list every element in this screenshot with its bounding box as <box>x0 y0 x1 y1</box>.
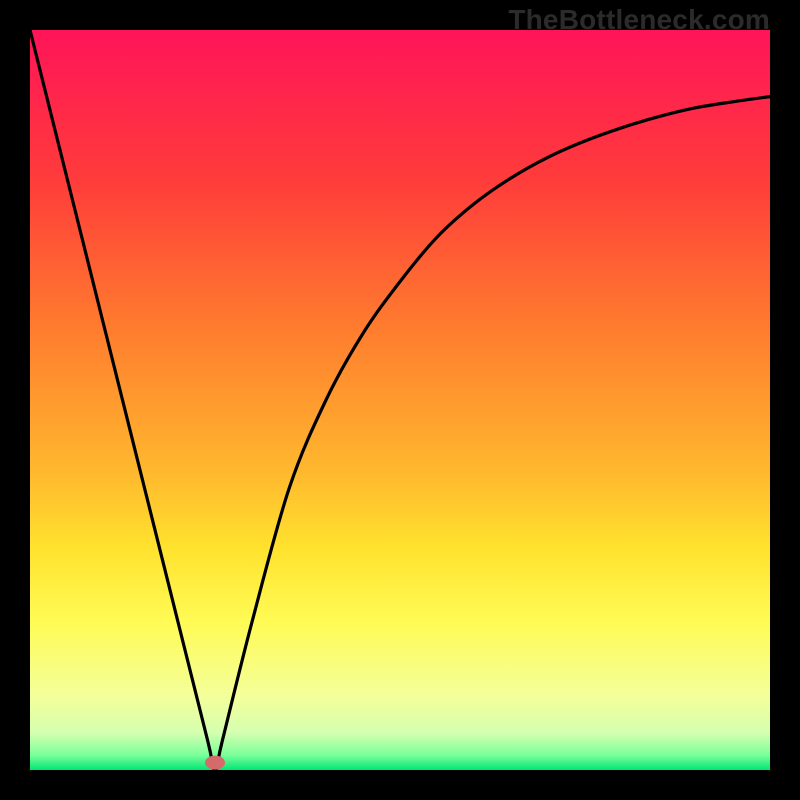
minimum-marker <box>205 756 225 770</box>
chart-background <box>30 30 770 770</box>
watermark-text: TheBottleneck.com <box>508 4 770 36</box>
bottleneck-chart <box>30 30 770 770</box>
chart-frame <box>30 30 770 770</box>
